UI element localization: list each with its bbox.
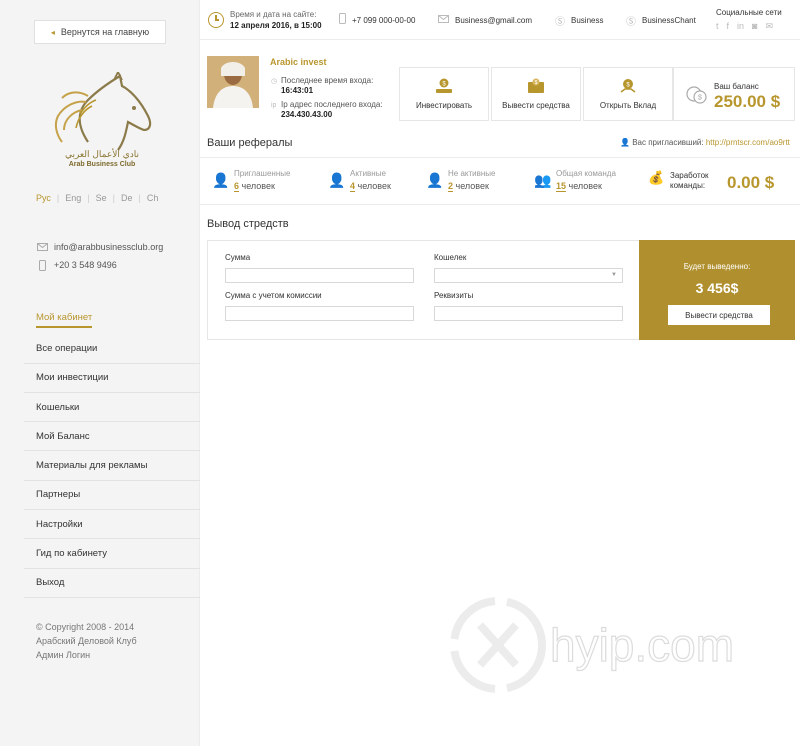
user-icon: 👤 <box>212 172 230 188</box>
lang-ch[interactable]: Ch <box>147 193 159 203</box>
invest-button[interactable]: $ Инвестировать <box>399 67 489 121</box>
withdraw-title: Вывод стредств <box>207 218 289 230</box>
site-time: Время и дата на сайте: 12 апреля 2016, в… <box>208 0 322 40</box>
withdraw-summary-panel: Будет выведенно: 3 456$ Вывести средства <box>639 240 795 340</box>
withdraw-icon: $ <box>527 78 545 94</box>
amount-label: Сумма <box>225 253 251 262</box>
ip-icon: ip <box>271 102 277 109</box>
team-earnings-label: 💰 Заработок команды: <box>648 170 709 190</box>
amount-commission-label: Сумма с учетом комиссии <box>225 291 322 300</box>
svg-text:$: $ <box>535 80 538 86</box>
last-login: ◷ Последнее время входа: 16:43:01 <box>271 76 374 95</box>
wallet-label: Кошелек <box>434 253 467 262</box>
invited-by-link[interactable]: http://prntscr.com/ao9rtt <box>706 138 790 147</box>
language-switcher: Рус | Eng | Se | De | Ch <box>36 193 159 203</box>
invited-by: 👤 Вас пригласивший: http://prntscr.com/a… <box>620 138 790 147</box>
withdraw-submit-button[interactable]: Вывести средства <box>668 305 770 325</box>
balance-card: $ Ваш баланс 250.00 $ <box>673 67 795 121</box>
top-skype-2[interactable]: Ⓢ BusinessChant <box>626 0 696 40</box>
user-icon: 👤 <box>620 138 630 147</box>
nav-item-settings[interactable]: Настройки <box>24 510 200 540</box>
mail-icon[interactable]: ✉ <box>765 21 773 32</box>
copyright: © Copyright 2008 - 2014 Арабский Деловой… <box>36 622 137 660</box>
phone-text: +20 3 548 9496 <box>54 260 117 270</box>
sidebar-email: info@arabbusinessclub.org <box>36 242 163 252</box>
chevron-down-icon: ▼ <box>611 272 617 278</box>
coins-icon: $ <box>686 86 707 104</box>
withdraw-funds-button[interactable]: $ Вывести средства <box>491 67 581 121</box>
mobile-phone-icon <box>339 13 346 27</box>
nav-item-guide[interactable]: Гид по кабинету <box>24 539 200 569</box>
social-links: Социальные сети t f in ◙ ✉ <box>716 8 782 32</box>
team-icon: 👥 <box>534 172 552 188</box>
user-check-icon: 👤 <box>328 172 346 188</box>
open-deposit-button[interactable]: $ Открыть Вклад <box>583 67 673 121</box>
sidebar: ◂ Вернутся на главную نادي الأعمال العرب… <box>0 0 200 746</box>
email-text[interactable]: info@arabbusinessclub.org <box>54 242 163 252</box>
deposit-icon: $ <box>619 78 637 94</box>
nav-item-logout[interactable]: Выход <box>24 569 200 598</box>
last-ip: ip Ip адрес последнего входа: 234.430.43… <box>271 100 383 119</box>
amount-input[interactable] <box>225 268 414 283</box>
facebook-icon[interactable]: f <box>727 21 730 32</box>
details-label: Реквизиты <box>434 291 474 300</box>
top-skype-1[interactable]: Ⓢ Business <box>555 0 603 40</box>
wallet-select[interactable]: ▼ <box>434 268 623 283</box>
balance-label: Ваш баланс <box>714 82 759 91</box>
balance-value: 250.00 $ <box>714 92 781 111</box>
nav-item-wallets[interactable]: Кошельки <box>24 393 200 423</box>
lang-de[interactable]: De <box>121 193 133 203</box>
referrals-title: Ваши рефералы <box>207 137 293 149</box>
invest-icon: $ <box>435 78 453 94</box>
watermark-text: hyip.com <box>550 619 734 671</box>
svg-text:$: $ <box>698 95 702 102</box>
top-phone: +7 099 000-00-00 <box>339 0 415 40</box>
nav-item-my-investments[interactable]: Мои инвестиции <box>24 364 200 393</box>
ref-stat-invited: 👤 Приглашенные 6 человек <box>212 169 291 192</box>
ref-stat-active: 👤 Активные 4 человек <box>328 169 391 192</box>
twitter-icon[interactable]: t <box>716 21 719 32</box>
nav-item-ad-materials[interactable]: Материалы для рекламы <box>24 451 200 481</box>
nav-item-all-operations[interactable]: Все операции <box>24 334 200 364</box>
sidebar-nav: Мой кабинет Все операции Мои инвестиции … <box>24 305 200 598</box>
chevron-left-icon: ◂ <box>50 27 55 37</box>
clock-icon <box>208 12 224 28</box>
envelope-icon <box>438 14 449 26</box>
will-withdraw-label: Будет выведенно: <box>683 262 751 271</box>
lang-ru[interactable]: Рус <box>36 193 51 203</box>
linkedin-icon[interactable]: in <box>737 21 744 32</box>
sidebar-phone: +20 3 548 9496 <box>36 259 117 271</box>
nav-item-my-cabinet[interactable]: Мой кабинет <box>24 305 200 334</box>
back-to-main-button[interactable]: ◂ Вернутся на главную <box>34 20 166 44</box>
profile-name: Arabic invest <box>270 57 327 67</box>
back-label: Вернутся на главную <box>60 27 150 37</box>
logo-arabic-text: نادي الأعمال العربي <box>64 150 140 160</box>
ref-stat-inactive: 👤 Не активные 2 человек <box>426 169 496 192</box>
skype-icon: Ⓢ <box>626 16 636 28</box>
nav-item-partners[interactable]: Партнеры <box>24 481 200 511</box>
clock-icon: ◷ <box>271 78 278 85</box>
nav-item-my-balance[interactable]: Мой Баланс <box>24 422 200 452</box>
avatar <box>207 56 259 108</box>
instagram-icon[interactable]: ◙ <box>752 21 757 32</box>
will-withdraw-value: 3 456$ <box>695 280 739 296</box>
top-email[interactable]: Business@gmail.com <box>438 0 532 40</box>
user-off-icon: 👤 <box>426 172 444 188</box>
envelope-icon <box>36 242 48 252</box>
watermark-logo: hyip.com <box>450 597 735 693</box>
mobile-phone-icon <box>36 259 48 271</box>
logo-english-text: Arab Business Club <box>68 161 136 168</box>
ref-stat-team: 👥 Общая команда 15 человек <box>534 169 616 192</box>
money-bag-icon: 💰 <box>648 170 665 185</box>
lang-en[interactable]: Eng <box>65 193 81 203</box>
lang-se[interactable]: Se <box>96 193 107 203</box>
skype-icon: Ⓢ <box>555 16 565 28</box>
team-earnings-value: 0.00 $ <box>727 173 775 192</box>
amount-commission-input[interactable] <box>225 306 414 321</box>
details-input[interactable] <box>434 306 623 321</box>
